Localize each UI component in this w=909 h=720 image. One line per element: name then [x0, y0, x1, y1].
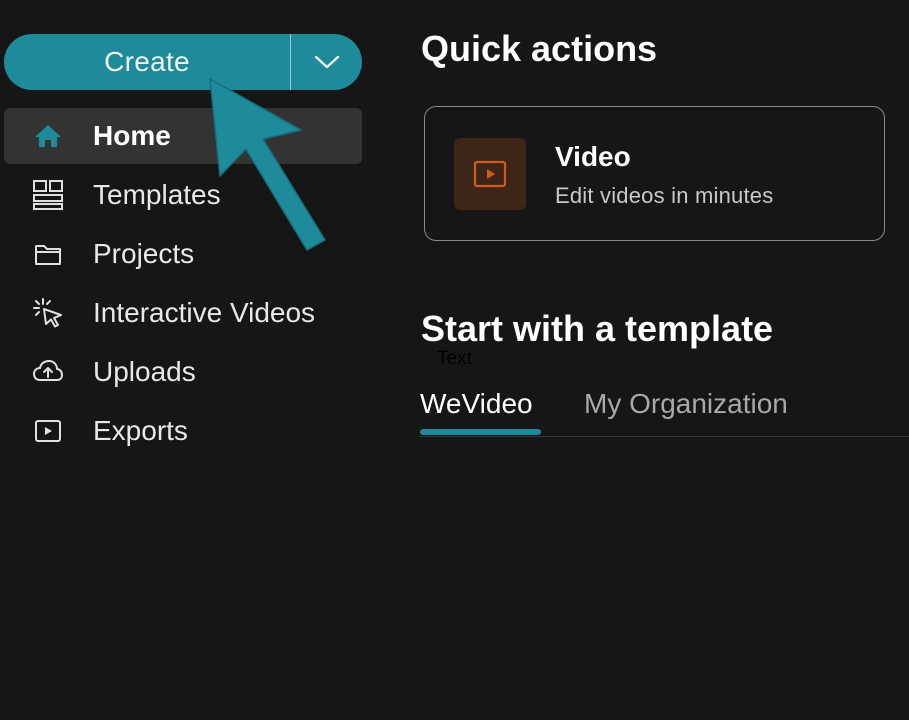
sidebar-nav: Home Templates Projects Interactive Vide…: [4, 108, 362, 461]
sidebar-item-label: Interactive Videos: [93, 296, 316, 328]
sidebar-item-label: Home: [93, 120, 171, 151]
video-play-icon: [473, 160, 507, 188]
folder-icon: [32, 238, 64, 270]
export-play-icon: [32, 415, 64, 447]
sidebar-item-label: Templates: [93, 178, 221, 210]
video-card-subtitle: Edit videos in minutes: [555, 183, 774, 208]
template-tabs: WeVideo My Organization: [420, 388, 909, 437]
create-dropdown-button[interactable]: [291, 34, 362, 90]
home-icon: [32, 120, 64, 152]
chevron-down-icon: [314, 55, 339, 69]
sidebar-item-label: Projects: [93, 237, 195, 269]
sidebar-item-home[interactable]: Home: [4, 108, 362, 164]
sidebar-item-projects[interactable]: Projects: [4, 225, 362, 282]
create-split-button: Create: [4, 34, 362, 90]
video-thumbnail: [454, 138, 526, 210]
templates-icon: [32, 179, 64, 211]
sidebar-item-templates[interactable]: Templates: [4, 166, 362, 223]
sidebar-item-exports[interactable]: Exports: [4, 402, 362, 459]
templates-section-title: Start with a template: [421, 308, 774, 349]
sidebar-item-interactive-videos[interactable]: Interactive Videos: [4, 284, 362, 341]
interactive-cursor-icon: [32, 297, 64, 329]
sidebar-item-uploads[interactable]: Uploads: [4, 343, 362, 400]
quick-actions-title: Quick actions: [421, 28, 658, 69]
tab-my-organization[interactable]: My Organization: [584, 388, 788, 420]
create-button[interactable]: Create: [4, 34, 290, 90]
overlay-text-label: Text: [437, 348, 472, 369]
video-quick-action-card[interactable]: Video Edit videos in minutes: [424, 106, 885, 241]
tab-wevideo[interactable]: WeVideo: [420, 388, 533, 420]
video-card-title: Video: [555, 141, 631, 172]
sidebar-item-label: Exports: [93, 414, 188, 446]
active-tab-indicator: [420, 429, 541, 435]
cloud-upload-icon: [32, 356, 64, 388]
sidebar-item-label: Uploads: [93, 355, 196, 387]
